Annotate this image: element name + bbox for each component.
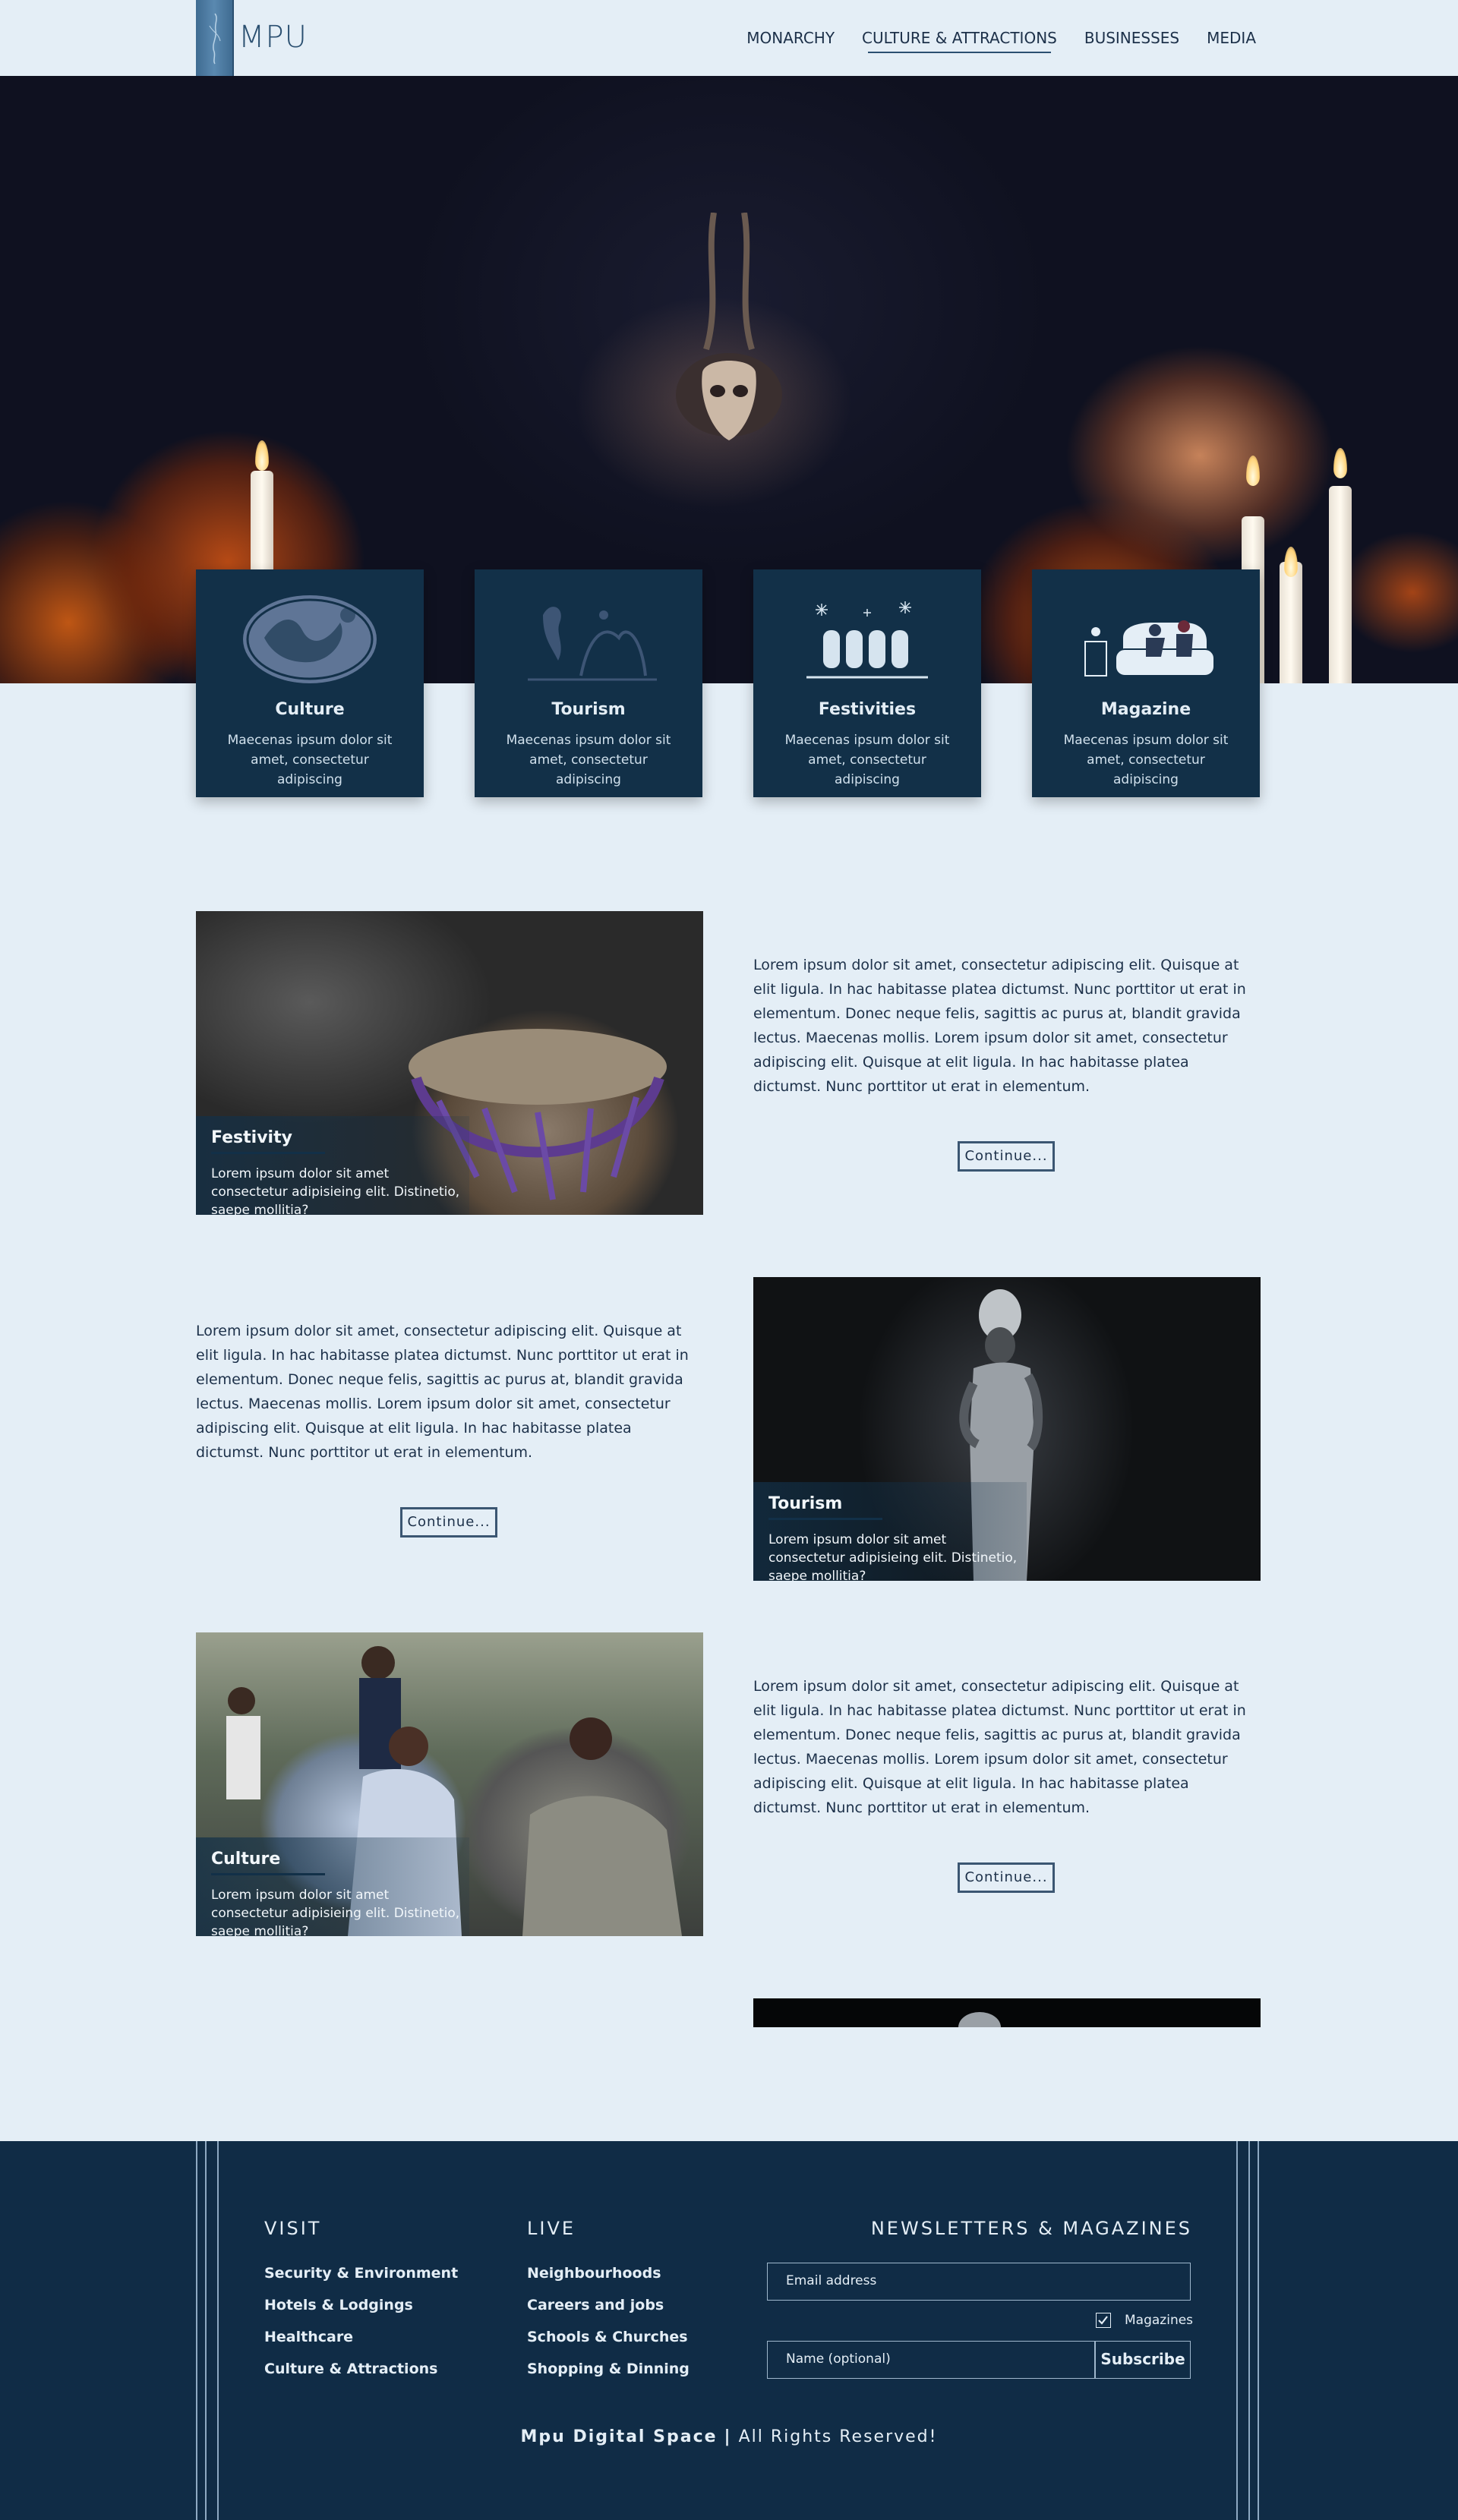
check-icon (1098, 2316, 1108, 2325)
feature-body-text: Lorem ipsum dolor sit amet, consectetur … (753, 1678, 1246, 1816)
candle (1280, 562, 1302, 683)
footer-link[interactable]: Shopping & Dinning (527, 2361, 690, 2377)
copyright-text: All Rights Reserved! (738, 2427, 938, 2446)
category-title: Festivities (818, 700, 917, 719)
continue-button[interactable]: Continue... (400, 1507, 497, 1538)
footer-link[interactable]: Careers and jobs (527, 2297, 664, 2313)
logo-mark[interactable] (196, 0, 234, 76)
feature-body-text: Lorem ipsum dolor sit amet, consectetur … (196, 1323, 689, 1461)
email-field[interactable]: Email address (767, 2263, 1191, 2301)
subscribe-button[interactable]: Subscribe (1095, 2341, 1191, 2379)
category-card-tourism[interactable]: Tourism Maecenas ipsum dolor sit amet, c… (475, 569, 702, 797)
category-desc: Maecenas ipsum dolor sit amet, consectet… (1063, 733, 1229, 787)
footer-divider (196, 2141, 197, 2520)
footer-link[interactable]: Healthcare (264, 2329, 353, 2345)
feature-caption-desc: Lorem ipsum dolor sit amet consectetur a… (768, 1532, 1018, 1581)
footer-divider (1258, 2141, 1259, 2520)
footer-divider (1248, 2141, 1250, 2520)
feature-caption: Culture Lorem ipsum dolor sit amet conse… (196, 1837, 469, 1936)
category-cards: Culture Maecenas ipsum dolor sit amet, c… (196, 569, 1261, 797)
candle-flame (255, 440, 269, 471)
nav-item-monarchy[interactable]: MONARCHY (746, 29, 835, 52)
logo-text[interactable]: MPU (238, 20, 308, 55)
category-desc: Maecenas ipsum dolor sit amet, consectet… (784, 733, 950, 787)
copyright-brand: Mpu Digital Space (520, 2427, 718, 2446)
copyright-separator: | (724, 2427, 732, 2446)
feature-image-culture[interactable]: Culture Lorem ipsum dolor sit amet conse… (196, 1632, 703, 1936)
footer-heading-newsletter: NEWSLETTERS & MAGAZINES (870, 2218, 1192, 2239)
statue-head-image (958, 2012, 1001, 2027)
feature-image-partial[interactable] (753, 1998, 1261, 2027)
magazines-checkbox[interactable] (1096, 2313, 1111, 2328)
category-title: Culture (275, 700, 345, 719)
nav-item-culture-attractions[interactable]: CULTURE & ATTRACTIONS (862, 29, 1057, 53)
feature-caption-desc: Lorem ipsum dolor sit amet consectetur a… (211, 1888, 460, 1936)
feature-caption-title: Festivity (211, 1128, 325, 1154)
main-nav: MONARCHY CULTURE & ATTRACTIONS BUSINESSE… (719, 29, 1256, 53)
continue-button[interactable]: Continue... (958, 1141, 1055, 1172)
category-card-magazine[interactable]: Magazine Maecenas ipsum dolor sit amet, … (1032, 569, 1260, 797)
footer-link[interactable]: Hotels & Lodgings (264, 2297, 413, 2313)
nav-item-businesses[interactable]: BUSINESSES (1084, 29, 1179, 52)
feature-caption-desc: Lorem ipsum dolor sit amet consectetur a… (211, 1166, 460, 1215)
feature-caption-title: Tourism (768, 1494, 882, 1520)
footer-heading-visit: VISIT (264, 2218, 322, 2239)
feature-caption: Tourism Lorem ipsum dolor sit amet conse… (753, 1482, 1027, 1581)
candle-flame (1333, 448, 1347, 478)
feature-caption: Festivity Lorem ipsum dolor sit amet con… (196, 1116, 469, 1215)
festivities-illustration-icon (806, 601, 928, 679)
category-card-culture[interactable]: Culture Maecenas ipsum dolor sit amet, c… (196, 569, 424, 797)
magazines-checkbox-label: Magazines (1125, 2313, 1194, 2328)
candle (1329, 486, 1352, 683)
logo-figure-icon (209, 13, 221, 65)
tourism-illustration-icon (528, 607, 657, 681)
category-desc: Maecenas ipsum dolor sit amet, consectet… (506, 733, 671, 787)
feature-image-tourism[interactable]: Tourism Lorem ipsum dolor sit amet conse… (753, 1277, 1261, 1581)
footer-link[interactable]: Security & Environment (264, 2265, 458, 2282)
footer-heading-live: LIVE (527, 2218, 576, 2239)
footer-link[interactable]: Schools & Churches (527, 2329, 688, 2345)
continue-button[interactable]: Continue... (958, 1862, 1055, 1893)
name-field[interactable]: Name (optional) (767, 2341, 1095, 2379)
footer-link[interactable]: Neighbourhoods (527, 2265, 661, 2282)
category-card-festivities[interactable]: Festivities Maecenas ipsum dolor sit ame… (753, 569, 981, 797)
nav-item-media[interactable]: MEDIA (1207, 29, 1256, 52)
site-header: MPU MONARCHY CULTURE & ATTRACTIONS BUSIN… (0, 0, 1458, 76)
candle-flame (1284, 547, 1298, 577)
footer-divider (1236, 2141, 1238, 2520)
footer-divider (205, 2141, 207, 2520)
category-title: Magazine (1100, 700, 1191, 719)
footer-link[interactable]: Culture & Attractions (264, 2361, 437, 2377)
feature-body-text: Lorem ipsum dolor sit amet, consectetur … (753, 957, 1246, 1095)
category-desc: Maecenas ipsum dolor sit amet, consectet… (227, 733, 393, 787)
feature-image-festivity[interactable]: Festivity Lorem ipsum dolor sit amet con… (196, 911, 703, 1215)
category-title: Tourism (551, 700, 626, 719)
skull-hands-image (676, 213, 782, 440)
feature-caption-title: Culture (211, 1850, 325, 1875)
footer-divider (217, 2141, 219, 2520)
copyright: Mpu Digital Space | All Rights Reserved! (0, 2427, 1458, 2446)
magazine-illustration-icon (1084, 620, 1215, 677)
culture-illustration-icon (243, 595, 377, 683)
site-footer (0, 2141, 1458, 2520)
candle-flame (1246, 456, 1260, 486)
